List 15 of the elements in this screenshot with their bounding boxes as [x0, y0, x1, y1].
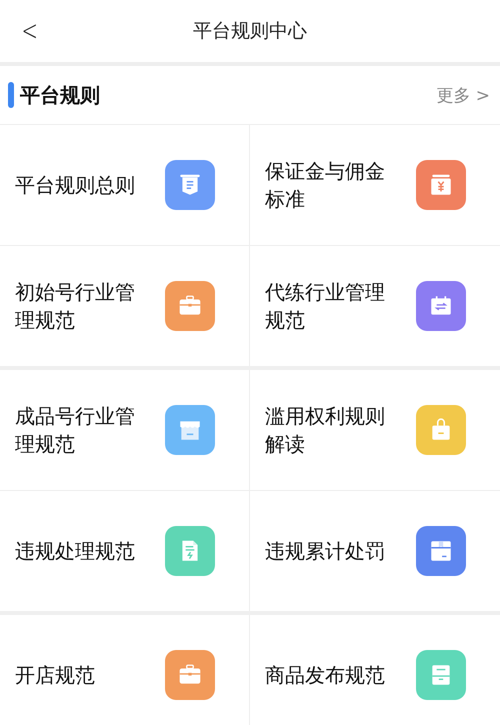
rule-item[interactable]: 违规处理规范 — [0, 491, 250, 611]
rule-item[interactable]: 违规累计处罚 — [250, 491, 500, 611]
rule-item[interactable]: 保证金与佣金标准 — [250, 125, 500, 245]
rule-item[interactable]: 滥用权利规则解读 — [250, 370, 500, 490]
back-button[interactable]: < — [22, 14, 38, 47]
rule-item[interactable]: 成品号行业管理规范 — [0, 370, 250, 490]
accent-bar — [8, 82, 14, 108]
rule-item[interactable]: 代练行业管理规范 — [250, 246, 500, 366]
rule-item[interactable]: 商品发布规范 — [250, 615, 500, 725]
section-title: 平台规则 — [20, 82, 101, 108]
page-title: 平台规则中心 — [193, 19, 307, 44]
rule-item[interactable]: 初始号行业管理规范 — [0, 246, 250, 366]
rule-item[interactable]: 开店规范 — [0, 615, 250, 725]
rule-item[interactable]: 平台规则总则 — [0, 125, 250, 245]
more-link[interactable]: 更多 > — [436, 84, 490, 106]
